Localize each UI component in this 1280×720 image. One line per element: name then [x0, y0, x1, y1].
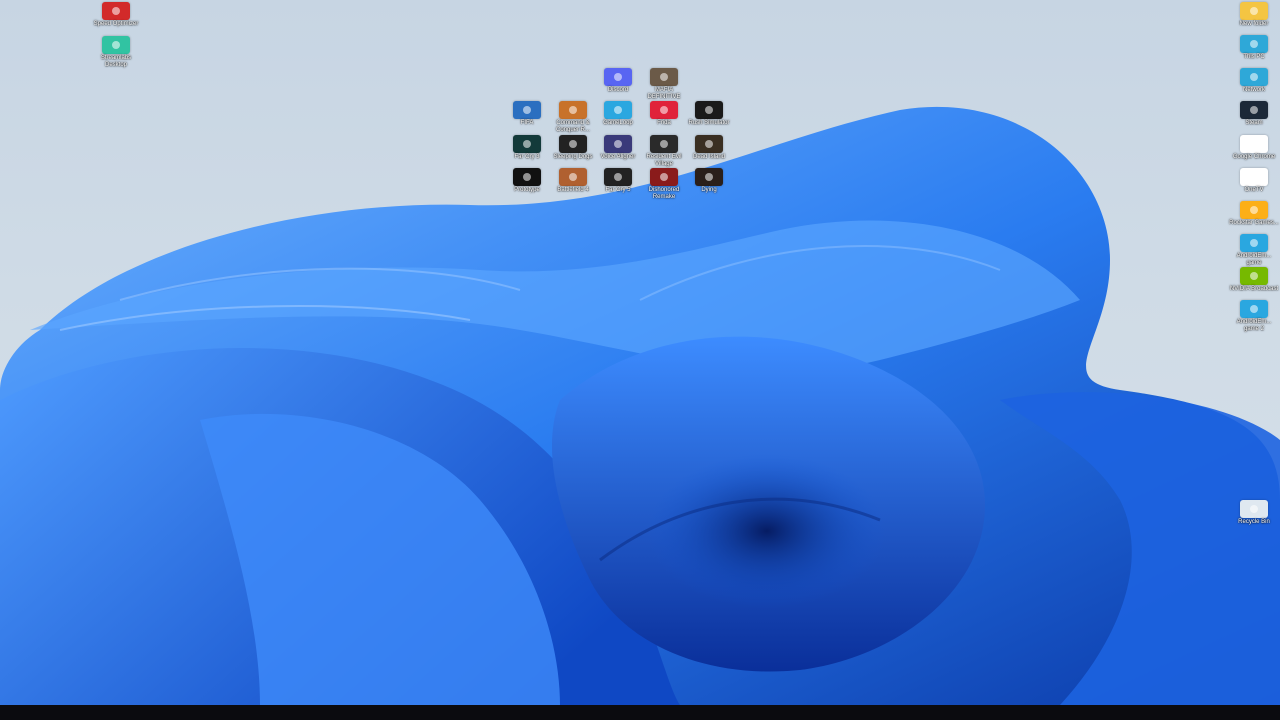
- shortcut-label: Frida: [657, 120, 671, 126]
- desktop-shortcut[interactable]: Recycle Bin: [1229, 500, 1279, 526]
- shortcut-label: Steam: [1245, 120, 1263, 126]
- shortcut-label: AndroidEm... game: [1236, 253, 1272, 266]
- desktop-shortcut[interactable]: Sleeping Dogs: [548, 135, 598, 161]
- shortcut-label: GameLoop: [603, 120, 633, 126]
- discord-icon: [604, 68, 632, 86]
- shortcut-label: AndroidEm... game 2: [1236, 319, 1272, 332]
- shortcut-label: New folder: [1239, 21, 1269, 27]
- desktop-shortcut[interactable]: Google Chrome: [1229, 135, 1279, 161]
- desktop-shortcut[interactable]: Prototype: [502, 168, 552, 194]
- desktop-shortcut[interactable]: Far Cry 3: [502, 135, 552, 161]
- steam-icon: [1240, 101, 1268, 119]
- desktop-shortcut[interactable]: Network: [1229, 68, 1279, 94]
- farcry3-icon: [513, 135, 541, 153]
- android-emulator-icon: [1240, 234, 1268, 252]
- resident-evil-icon: [650, 135, 678, 153]
- dishonored-icon: [650, 168, 678, 186]
- desktop-shortcut[interactable]: NVIDIA Broadcast: [1229, 267, 1279, 293]
- desktop-shortcut[interactable]: Speed Optimizer: [91, 2, 141, 28]
- rockstar-icon: [1240, 201, 1268, 219]
- shortcut-label: Voice Aligner: [600, 154, 636, 160]
- desktop-shortcut[interactable]: Resident Evil Village: [639, 135, 689, 168]
- shortcut-label: Recycle Bin: [1238, 519, 1270, 525]
- frida-icon: [650, 101, 678, 119]
- shortcut-label: Dead Island: [692, 154, 726, 160]
- android-emulator-icon: [1240, 300, 1268, 318]
- shortcut-label: Prototype: [514, 187, 540, 193]
- desktop-shortcut[interactable]: Rockstar Games...: [1229, 201, 1279, 227]
- nvidia-icon: [1240, 267, 1268, 285]
- desktop-shortcut[interactable]: Dishonored Remake: [639, 168, 689, 201]
- shortcut-label: Resident Evil Village: [646, 154, 682, 167]
- desktop-shortcut[interactable]: MAFIA DEFINITIVE: [639, 68, 689, 101]
- shortcut-label: Far Cry 5: [605, 187, 631, 193]
- desktop-shortcut[interactable]: Frida: [639, 101, 689, 127]
- shortcut-label: This PC: [1243, 54, 1265, 60]
- voice-aligner-icon: [604, 135, 632, 153]
- shortcut-label: Speed Optimizer: [93, 21, 139, 27]
- farcry5-icon: [604, 168, 632, 186]
- shortcut-label: Dying: [701, 187, 717, 193]
- sleeping-dogs-icon: [559, 135, 587, 153]
- desktop-shortcut[interactable]: New folder: [1229, 2, 1279, 28]
- dead-island-icon: [695, 135, 723, 153]
- desktop-shortcut[interactable]: Battlefield 4: [548, 168, 598, 194]
- monitor-icon: [1240, 35, 1268, 53]
- shortcut-label: Google Chrome: [1232, 154, 1276, 160]
- shortcut-label: Network: [1242, 87, 1265, 93]
- desktop-shortcut[interactable]: This PC: [1229, 35, 1279, 61]
- onetv-icon: [1240, 168, 1268, 186]
- desktop-shortcut[interactable]: Command & Conquer R...: [548, 101, 598, 134]
- battlefield-icon: [559, 168, 587, 186]
- speed-optimizer-icon: [102, 2, 130, 20]
- shortcut-label: NVIDIA Broadcast: [1229, 286, 1279, 292]
- desktop-shortcut[interactable]: OneTV: [1229, 168, 1279, 194]
- shortcut-label: Rush Simulator: [688, 120, 730, 126]
- r2-icon: [695, 101, 723, 119]
- shortcut-label: Sleeping Dogs: [553, 154, 593, 160]
- shortcut-label: OneTV: [1244, 187, 1264, 193]
- streamlabs-icon: [102, 36, 130, 54]
- shortcut-label: FIFA: [520, 120, 534, 126]
- shortcut-label: Battlefield 4: [557, 187, 589, 193]
- fifa-icon: [513, 101, 541, 119]
- desktop-shortcut[interactable]: Discord: [593, 68, 643, 94]
- recycle-bin-icon: [1240, 500, 1268, 518]
- prototype-icon: [513, 168, 541, 186]
- desktop-shortcut[interactable]: Voice Aligner: [593, 135, 643, 161]
- taskbar-edge: [0, 705, 1280, 720]
- desktop-shortcut[interactable]: Dying: [684, 168, 734, 194]
- chrome-icon: [1240, 135, 1268, 153]
- dying-icon: [695, 168, 723, 186]
- desktop-shortcut[interactable]: Far Cry 5: [593, 168, 643, 194]
- desktop-shortcut[interactable]: Streamlabs Desktop: [91, 36, 141, 69]
- desktop-shortcut[interactable]: AndroidEm... game: [1229, 234, 1279, 267]
- shortcut-label: Command & Conquer R...: [555, 120, 591, 133]
- network-icon: [1240, 68, 1268, 86]
- shortcut-label: Rockstar Games...: [1229, 220, 1279, 226]
- desktop-shortcut[interactable]: FIFA: [502, 101, 552, 127]
- mafia-icon: [650, 68, 678, 86]
- desktop-shortcut[interactable]: Steam: [1229, 101, 1279, 127]
- shortcut-label: Dishonored Remake: [648, 187, 680, 200]
- desktop-shortcut[interactable]: Dead Island: [684, 135, 734, 161]
- shortcut-label: Discord: [607, 87, 629, 93]
- desktop-shortcut[interactable]: AndroidEm... game 2: [1229, 300, 1279, 333]
- desktop-shortcut[interactable]: GameLoop: [593, 101, 643, 127]
- shortcut-label: Streamlabs Desktop: [100, 55, 132, 68]
- folder-icon: [1240, 2, 1268, 20]
- command-conquer-icon: [559, 101, 587, 119]
- gameloop-icon: [604, 101, 632, 119]
- desktop-shortcut[interactable]: Rush Simulator: [684, 101, 734, 127]
- shortcut-label: MAFIA DEFINITIVE: [647, 87, 681, 100]
- shortcut-label: Far Cry 3: [514, 154, 540, 160]
